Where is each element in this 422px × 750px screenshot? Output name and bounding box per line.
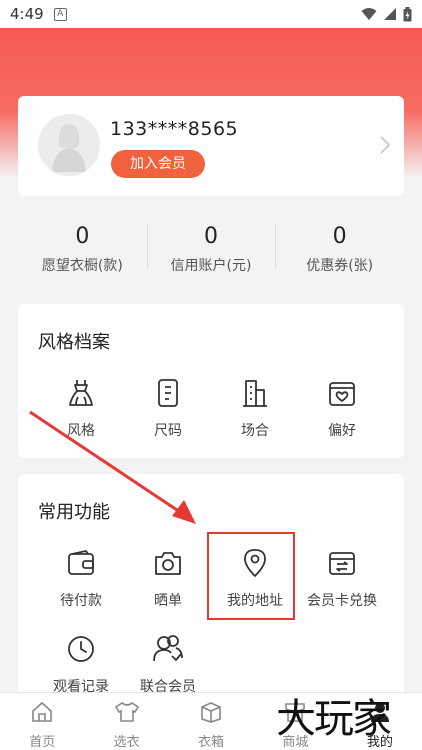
tab-home[interactable]: 首页 (0, 693, 84, 750)
home-icon (32, 701, 53, 722)
shirt-icon (114, 702, 139, 722)
tab-label: 选衣 (113, 735, 140, 750)
watermark: 大玩家 (276, 696, 392, 742)
annotation-arrow (29, 410, 196, 524)
tab-choose-clothes[interactable]: 选衣 (84, 693, 168, 750)
tab-wardrobe-box[interactable]: 衣箱 (169, 693, 253, 750)
tab-label: 首页 (29, 735, 56, 750)
box-icon (201, 702, 221, 723)
tab-label: 衣箱 (198, 735, 225, 750)
